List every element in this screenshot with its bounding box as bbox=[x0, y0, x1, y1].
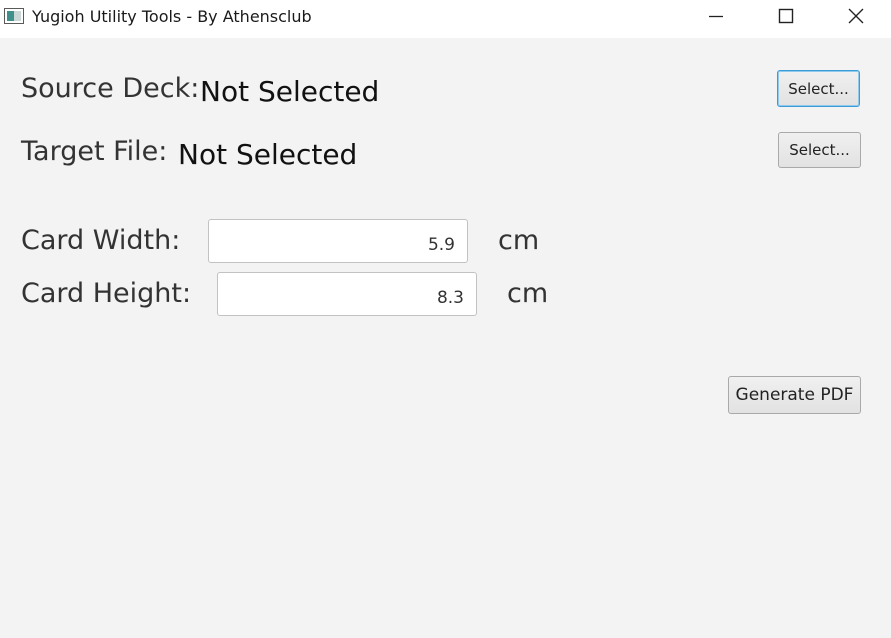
close-icon bbox=[848, 8, 864, 24]
card-height-label: Card Height: bbox=[21, 278, 192, 309]
card-width-input[interactable] bbox=[208, 219, 468, 263]
app-icon bbox=[4, 8, 24, 24]
title-bar[interactable]: Yugioh Utility Tools - By Athensclub bbox=[0, 0, 891, 38]
card-height-unit: cm bbox=[507, 278, 549, 309]
source-deck-label: Source Deck: bbox=[21, 73, 200, 104]
window-title: Yugioh Utility Tools - By Athensclub bbox=[32, 7, 312, 26]
close-button[interactable] bbox=[833, 0, 879, 32]
card-height-input[interactable] bbox=[217, 272, 477, 316]
maximize-icon bbox=[778, 8, 794, 24]
select-target-file-button[interactable]: Select... bbox=[778, 132, 861, 168]
minimize-icon bbox=[709, 15, 723, 18]
target-file-label: Target File: bbox=[21, 136, 168, 167]
select-source-deck-button[interactable]: Select... bbox=[777, 70, 860, 107]
minimize-button[interactable] bbox=[693, 0, 739, 32]
target-file-value: Not Selected bbox=[178, 138, 358, 171]
source-deck-value: Not Selected bbox=[200, 75, 380, 108]
card-width-label: Card Width: bbox=[21, 225, 181, 256]
generate-pdf-button[interactable]: Generate PDF bbox=[728, 376, 861, 414]
maximize-button[interactable] bbox=[763, 0, 809, 32]
card-width-unit: cm bbox=[498, 225, 540, 256]
app-window: Yugioh Utility Tools - By Athensclub Sou… bbox=[0, 0, 891, 638]
